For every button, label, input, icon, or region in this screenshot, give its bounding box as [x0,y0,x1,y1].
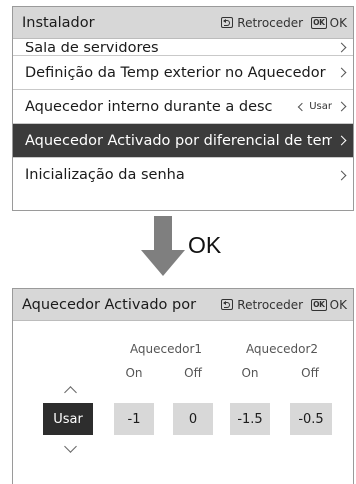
ok-label: OK [329,15,347,30]
column-label-on: On [125,366,143,380]
chevron-down-icon[interactable] [64,440,77,453]
back-button[interactable]: Retroceder [221,16,303,30]
heater2-on-value[interactable]: -1.5 [230,403,270,435]
menu-item-internal-heater-defrost[interactable]: Aquecedor interno durante a desc Usar [13,90,353,124]
menu-item-heater-activated-differential[interactable]: Aquecedor Activado por diferencial de te… [13,124,353,158]
titlebar: Instalador Retroceder OK OK [13,7,353,39]
back-icon [221,17,234,28]
value-text: -1.5 [237,411,263,427]
back-button[interactable]: Retroceder [221,298,303,312]
menu-item-password-reset[interactable]: Inicialização da senha [13,158,353,192]
usage-selector-value: Usar [53,411,83,427]
menu-item-label: Definição da Temp exterior no Aquecedor [25,64,326,81]
menu-item-server-room[interactable]: Sala de servidores [13,39,353,56]
chevron-up-icon[interactable] [64,386,77,399]
ok-button[interactable]: OK OK [311,16,347,30]
ok-button[interactable]: OK OK [311,298,347,312]
menu-item-label: Aquecedor interno durante a desc [25,98,273,115]
value-text: -1 [127,411,141,427]
group-label-heater2: Aquecedor2 [245,342,319,356]
ok-icon: OK [311,16,327,29]
chevron-right-icon [336,170,347,180]
screen-title: Instalador [22,14,95,31]
column-label-off: Off [301,366,319,380]
value-text: -0.5 [298,411,324,427]
titlebar-actions: Retroceder OK OK [221,298,347,312]
group-label-heater1: Aquecedor1 [129,342,203,356]
titlebar-actions: Retroceder OK OK [221,16,347,30]
heater1-off-value[interactable]: 0 [173,403,213,435]
ok-label: OK [329,297,347,312]
settings-list: Sala de servidores Definição da Temp ext… [13,39,353,192]
chevron-right-icon [336,67,347,78]
transition-label: OK [188,232,222,258]
menu-item-label: Aquecedor Activado por diferencial de te… [25,132,332,149]
heater1-on-value[interactable]: -1 [114,403,154,435]
usage-selector[interactable]: Usar [43,403,93,435]
heater2-off-value[interactable]: -0.5 [290,403,332,435]
value-label: Usar [309,101,332,112]
chevron-left-icon [297,102,307,111]
chevron-right-icon [336,101,347,112]
value-text: 0 [188,411,198,427]
transition-indicator: OK [0,216,356,282]
back-label: Retroceder [237,297,304,312]
menu-item-label: Inicialização da senha [25,167,185,183]
menu-item-label: Sala de servidores [25,42,159,55]
menu-item-outdoor-temp-definition[interactable]: Definição da Temp exterior no Aquecedor [13,56,353,90]
chevron-right-icon [336,135,347,146]
titlebar: Aquecedor Activado por Retroceder OK OK [13,289,353,321]
installer-menu-screen: Instalador Retroceder OK OK Sala de serv… [12,6,354,211]
screen-title: Aquecedor Activado por [22,296,197,313]
ok-icon: OK [311,298,327,311]
back-icon [221,299,234,310]
back-label: Retroceder [237,15,304,30]
chevron-right-icon [336,42,347,53]
column-label-off: Off [184,366,202,380]
differential-settings: Aquecedor1 Aquecedor2 On Off On Off Usar… [13,321,353,484]
heater-differential-screen: Aquecedor Activado por Retroceder OK OK … [12,288,354,484]
value-selector[interactable]: Usar [297,101,332,112]
column-label-on: On [241,366,259,380]
